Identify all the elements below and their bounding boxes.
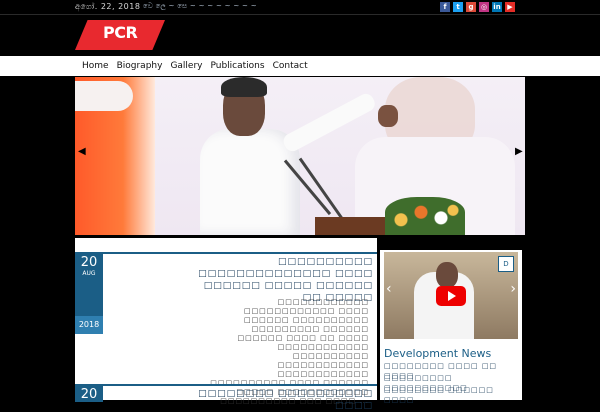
post-year: 2018 [75, 316, 103, 334]
instagram-icon[interactable]: ◎ [479, 2, 489, 12]
video-player[interactable]: D ‹ › [384, 252, 518, 339]
post-date-badge: 20 AUG 2018 [75, 254, 103, 334]
speaker-hand [378, 105, 398, 127]
site-logo[interactable]: PCR [75, 20, 165, 50]
top-bar: අගෝ. 22, 2018 වෙ ලෙ ~ සෙ ~ ~ ~ ~ ~ ~ ~ ~… [0, 0, 600, 15]
slider-next-icon[interactable]: ▶ [515, 147, 523, 157]
slider-prev-icon[interactable]: ◀ [78, 147, 86, 157]
post-item[interactable]: 20 AUG 2018 □□□□□□□□□□ □□□□□□□□□□□□□□ □□… [75, 252, 377, 405]
nav-gallery[interactable]: Gallery [166, 61, 206, 71]
post-title[interactable]: □□□□□□□□ □□□□□□□□□□ □□□□ [193, 388, 373, 412]
linkedin-icon[interactable]: in [492, 2, 502, 12]
post-item[interactable]: 20 □□□□□□□□ □□□□□□□□□□ □□□□ [75, 384, 377, 411]
speaker-hair [221, 77, 267, 97]
hero-slider[interactable]: ◀ ▶ [75, 77, 525, 235]
video-header [380, 238, 522, 250]
widget-title: Development News [384, 347, 492, 360]
stage-light [75, 81, 133, 111]
google-plus-icon[interactable]: g [466, 2, 476, 12]
facebook-icon[interactable]: f [440, 2, 450, 12]
post-title[interactable]: □□□□□□□□□□ □□□□□□□□□□□□□□ □□□□ □□□□□□ □□… [193, 256, 373, 304]
nav-biography[interactable]: Biography [113, 61, 167, 71]
flower-arrangement [385, 197, 465, 235]
video-person-head [436, 262, 458, 288]
nav-contact[interactable]: Contact [269, 61, 312, 71]
video-prev-icon[interactable]: ‹ [386, 282, 392, 296]
current-date: අගෝ. 22, 2018 [75, 2, 141, 11]
channel-logo-icon: D [498, 256, 514, 272]
social-links: f t g ◎ in ▶ [440, 2, 515, 12]
latest-posts: 20 AUG 2018 □□□□□□□□□□ □□□□□□□□□□□□□□ □□… [75, 238, 377, 411]
post-month: AUG [82, 270, 96, 277]
youtube-icon[interactable]: ▶ [505, 2, 515, 12]
brand-bar: PCR [0, 16, 600, 56]
sidebar-widget: D ‹ › Development News □□□□□□□□ □□□□ □□ … [380, 238, 522, 404]
logo-text: PCR [103, 23, 138, 42]
twitter-icon[interactable]: t [453, 2, 463, 12]
news-link[interactable]: □□□□□□□□ □□□□□□ □□□□ [384, 385, 518, 405]
video-next-icon[interactable]: › [510, 282, 516, 296]
nav-publications[interactable]: Publications [207, 61, 269, 71]
post-day: 20 [80, 255, 98, 270]
play-button[interactable] [436, 286, 466, 306]
news-ticker[interactable]: වෙ ලෙ ~ සෙ ~ ~ ~ ~ ~ ~ ~ ~ [143, 2, 257, 11]
main-navigation: Home Biography Gallery Publications Cont… [0, 56, 600, 76]
nav-home[interactable]: Home [78, 61, 113, 71]
